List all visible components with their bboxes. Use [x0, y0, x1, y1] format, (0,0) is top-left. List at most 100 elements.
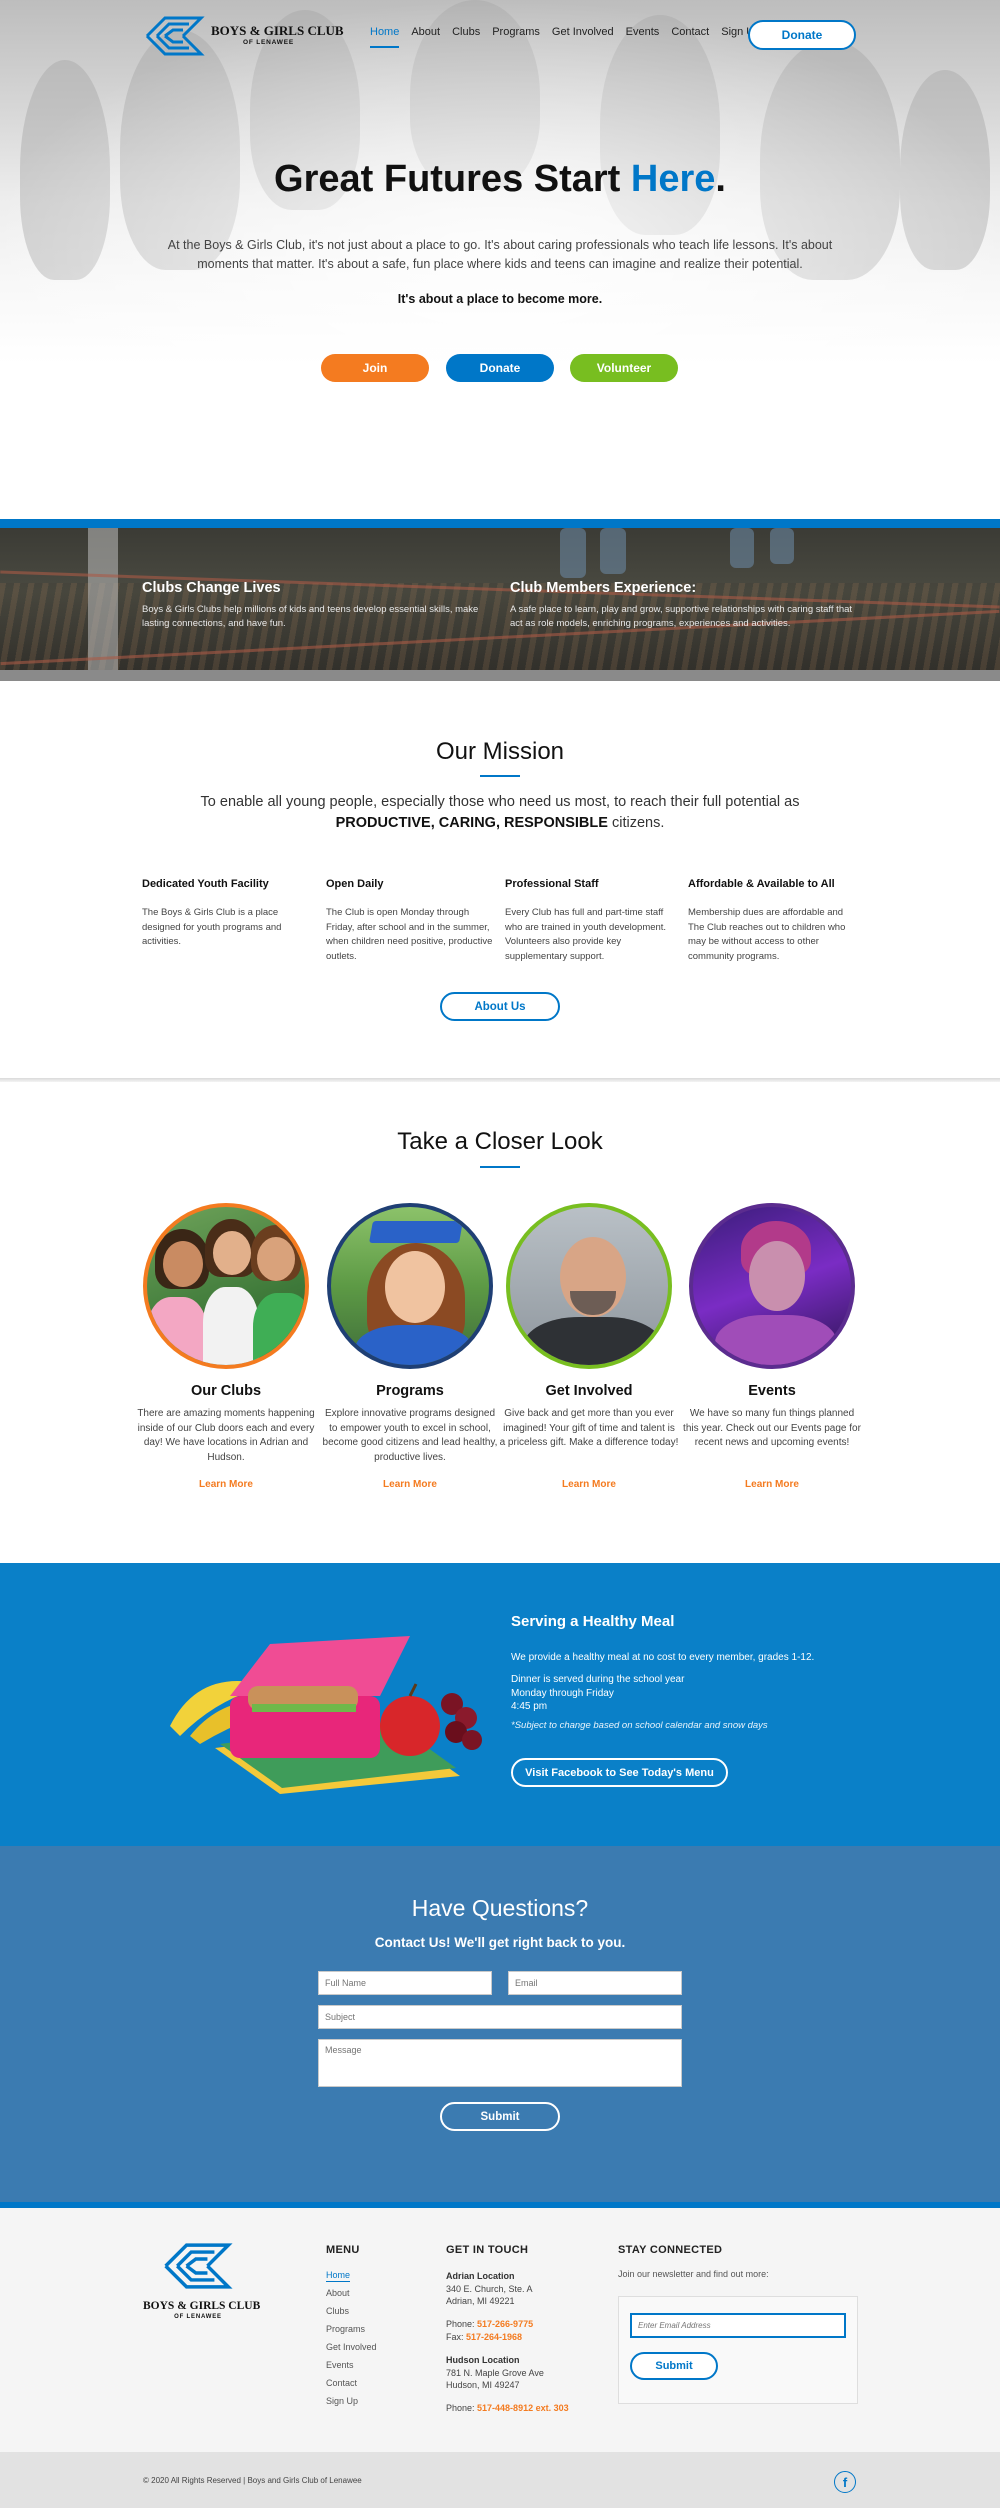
meal-schedule-line: 4:45 pm: [511, 1701, 548, 1712]
card-title: Our Clubs: [190, 1383, 262, 1399]
phone-label: Phone:: [446, 2319, 478, 2329]
card-our-clubs: Our Clubs There are amazing moments happ…: [136, 1203, 316, 1490]
feature-title: Open Daily: [326, 878, 384, 890]
hudson-phone: Phone: 517-448-8912 ext. 303: [446, 2402, 569, 2415]
header-donate-button[interactable]: Donate: [748, 20, 856, 50]
nav-contact[interactable]: Contact: [671, 26, 709, 48]
about-us-button[interactable]: About Us: [440, 992, 560, 1021]
logo-hands-icon: [164, 2243, 233, 2289]
banner-right-text: A safe place to learn, play and grow, su…: [510, 604, 853, 629]
newsletter-submit-button[interactable]: Submit: [630, 2352, 718, 2380]
volunteer-button[interactable]: Volunteer: [570, 354, 678, 382]
logo-subtext: OF LENAWEE: [243, 39, 294, 46]
feature-affordable: Affordable & Available to All Membership…: [688, 878, 856, 964]
nav-clubs[interactable]: Clubs: [452, 26, 480, 48]
footer-link-contact[interactable]: Contact: [326, 2378, 377, 2396]
meal-title: Serving a Healthy Meal: [511, 1613, 675, 1630]
newsletter-text: Join our newsletter and find out more:: [618, 2269, 769, 2279]
hudson-phone-link[interactable]: 517-448-8912 ext. 303: [477, 2403, 569, 2413]
full-name-input[interactable]: [318, 1971, 492, 1995]
contact-submit-button[interactable]: Submit: [440, 2102, 560, 2131]
meal-schedule-line: Dinner is served during the school year: [511, 1674, 685, 1685]
banner-bottom-stripe: [0, 670, 1000, 681]
closer-look-title: Take a Closer Look: [397, 1128, 603, 1155]
card-programs: Programs Explore innovative programs des…: [320, 1203, 500, 1490]
footer-link-clubs[interactable]: Clubs: [326, 2306, 377, 2324]
join-button[interactable]: Join: [321, 354, 429, 382]
footer-newsletter-heading: STAY CONNECTED: [618, 2244, 723, 2256]
learn-more-link[interactable]: Learn More: [682, 1479, 862, 1490]
section-divider: [0, 1078, 1000, 1082]
lunchbox-illustration: [170, 1636, 482, 1794]
closer-look-divider: [480, 1166, 520, 1168]
feature-text: Every Club has full and part-time staff …: [505, 907, 667, 962]
facebook-icon[interactable]: f: [834, 2471, 856, 2493]
location-name: Adrian Location: [446, 2271, 515, 2281]
mission-title: Our Mission: [435, 738, 565, 765]
footer-logo[interactable]: BOYS & GIRLS CLUB OF LENAWEE: [143, 2240, 260, 2325]
message-textarea[interactable]: [318, 2039, 682, 2087]
hero-tagline: It's about a place to become more.: [397, 292, 603, 306]
footer-link-events[interactable]: Events: [326, 2360, 377, 2378]
location-address: 781 N. Maple Grove Ave: [446, 2367, 544, 2378]
card-text: We have so many fun things planned this …: [683, 1408, 861, 1448]
email-input[interactable]: [508, 1971, 682, 1995]
card-text: Give back and get more than you ever ima…: [499, 1408, 679, 1448]
events-photo[interactable]: [689, 1203, 855, 1369]
main-nav: Home About Clubs Programs Get Involved E…: [370, 26, 760, 48]
hero-title: Great Futures Start Here.: [0, 158, 1000, 201]
footer-link-get-involved[interactable]: Get Involved: [326, 2342, 377, 2360]
programs-photo[interactable]: [327, 1203, 493, 1369]
banner-right-title: Club Members Experience:: [510, 580, 697, 596]
meal-schedule: Dinner is served during the school year …: [511, 1673, 684, 1714]
subject-input[interactable]: [318, 2005, 682, 2029]
card-title: Events: [748, 1383, 796, 1399]
learn-more-link[interactable]: Learn More: [136, 1479, 316, 1490]
adrian-phone-fax: Phone: 517-266-9775 Fax: 517-264-1968: [446, 2318, 533, 2343]
footer-contact-heading: GET IN TOUCH: [446, 2244, 529, 2256]
meal-text: We provide a healthy meal at no cost to …: [511, 1652, 815, 1663]
logo-hands-icon: [145, 16, 205, 56]
feature-youth-facility: Dedicated Youth Facility The Boys & Girl…: [142, 878, 310, 950]
healthy-meal-section: [0, 1563, 1000, 1846]
banner-top-stripe: [0, 519, 1000, 528]
nav-events[interactable]: Events: [626, 26, 660, 48]
logo-text: BOYS & GIRLS CLUB: [211, 23, 344, 38]
feature-title: Affordable & Available to All: [688, 878, 835, 890]
donate-button[interactable]: Donate: [446, 354, 554, 382]
mission-text-strong: PRODUCTIVE, CARING, RESPONSIBLE: [335, 815, 608, 831]
hero-title-end: .: [715, 158, 726, 200]
newsletter-email-input[interactable]: [630, 2313, 846, 2338]
footer-menu: Home About Clubs Programs Get Involved E…: [326, 2270, 377, 2414]
location-city: Hudson, MI 49247: [446, 2380, 520, 2390]
mission-text-start: To enable all young people, especially t…: [200, 794, 800, 810]
nav-home[interactable]: Home: [370, 26, 400, 48]
mission-divider: [480, 775, 520, 777]
meal-schedule-line: Monday through Friday: [511, 1687, 614, 1699]
our-clubs-photo[interactable]: [143, 1203, 309, 1369]
logo-text: BOYS & GIRLS CLUB: [143, 2300, 261, 2312]
get-involved-photo[interactable]: [506, 1203, 672, 1369]
footer-link-sign-up[interactable]: Sign Up: [326, 2396, 377, 2414]
location-city: Adrian, MI 49221: [446, 2296, 515, 2306]
contact-title: Have Questions?: [411, 1895, 589, 1921]
card-text: Explore innovative programs designed to …: [322, 1408, 498, 1463]
site-header: BOYS & GIRLS CLUB OF LENAWEE Home About …: [0, 0, 1000, 70]
footer-link-programs[interactable]: Programs: [326, 2324, 377, 2342]
learn-more-link[interactable]: Learn More: [499, 1479, 679, 1490]
facebook-menu-button[interactable]: Visit Facebook to See Today's Menu: [511, 1758, 728, 1787]
phone-label: Phone:: [446, 2403, 478, 2413]
footer-link-about[interactable]: About: [326, 2288, 377, 2306]
footer-link-home[interactable]: Home: [326, 2270, 377, 2288]
nav-get-involved[interactable]: Get Involved: [552, 26, 614, 48]
nav-about[interactable]: About: [411, 26, 440, 48]
banner-left-title: Clubs Change Lives: [142, 580, 281, 596]
adrian-phone-link[interactable]: 517-266-9775: [477, 2319, 533, 2329]
adrian-fax: 517-264-1968: [466, 2331, 523, 2342]
learn-more-link[interactable]: Learn More: [320, 1479, 500, 1490]
hero-description: At the Boys & Girls Club, it's not just …: [167, 238, 833, 271]
site-logo[interactable]: BOYS & GIRLS CLUB OF LENAWEE: [143, 14, 344, 58]
copyright-text: © 2020 All Rights Reserved | Boys and Gi…: [143, 2476, 362, 2485]
nav-programs[interactable]: Programs: [492, 26, 540, 48]
hero-title-main: Great Futures Start: [274, 158, 631, 200]
